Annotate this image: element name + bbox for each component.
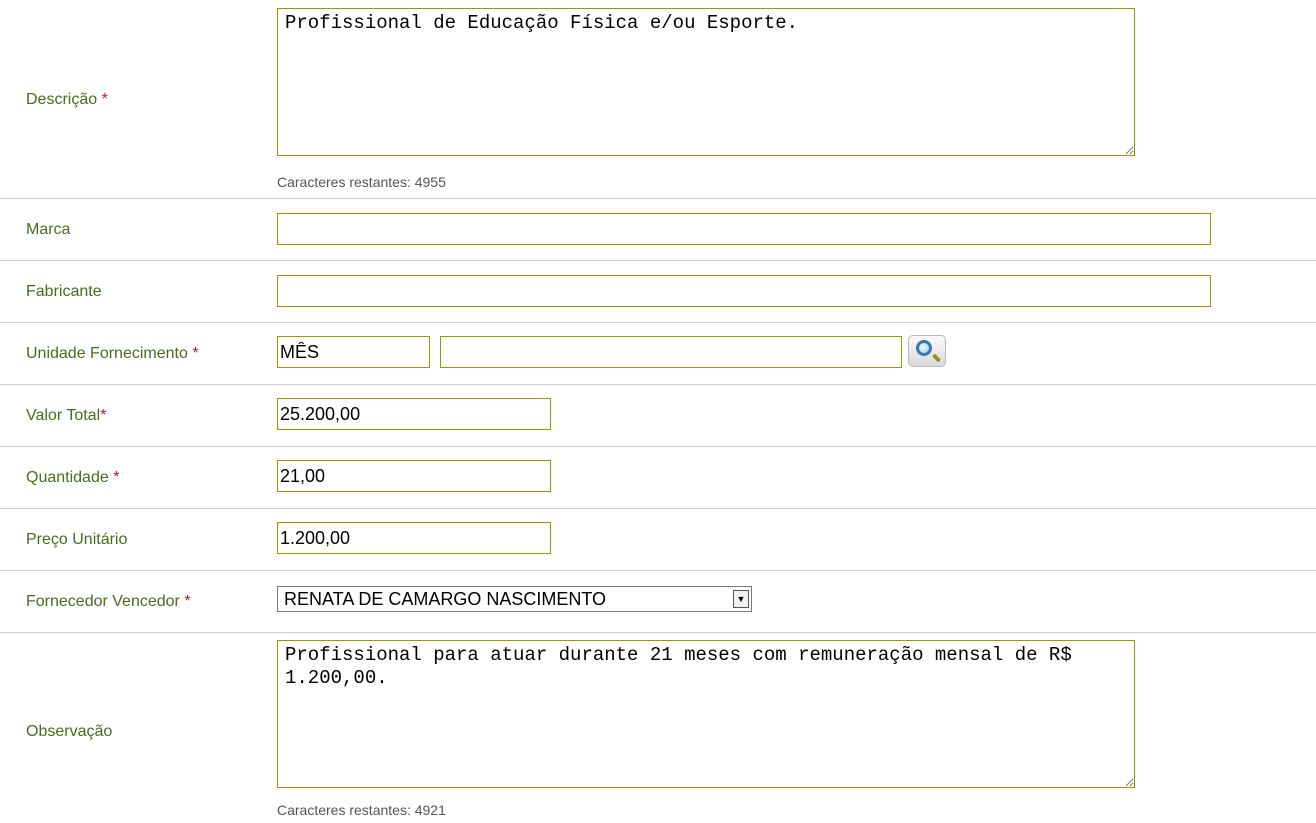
unidade-label-text: Unidade Fornecimento <box>26 345 188 362</box>
quantidade-label-text: Quantidade <box>26 469 109 486</box>
fornecedor-label-text: Fornecedor Vencedor <box>26 593 180 610</box>
row-unidade-fornecimento: Unidade Fornecimento * <box>0 323 1316 385</box>
descricao-counter-label: Caracteres restantes: <box>277 174 411 190</box>
row-marca: Marca <box>0 199 1316 261</box>
required-mark: * <box>113 469 120 486</box>
row-fornecedor-vencedor: Fornecedor Vencedor * RENATA DE CAMARGO … <box>0 571 1316 633</box>
observacao-counter-label: Caracteres restantes: <box>277 802 411 818</box>
valor-total-input[interactable] <box>277 398 551 430</box>
magnifier-handle <box>931 353 942 363</box>
fornecedor-selected-value: RENATA DE CAMARGO NASCIMENTO <box>284 589 607 609</box>
descricao-textarea[interactable]: Profissional de Educação Física e/ou Esp… <box>277 8 1135 156</box>
unidade-code-input[interactable] <box>277 336 430 368</box>
fornecedor-select[interactable]: RENATA DE CAMARGO NASCIMENTO ▼ <box>277 586 752 612</box>
descricao-counter-value: 4955 <box>414 174 446 190</box>
unidade-lookup-button[interactable] <box>908 335 946 367</box>
marca-label: Marca <box>26 221 71 238</box>
observacao-textarea[interactable]: Profissional para atuar durante 21 meses… <box>277 640 1135 788</box>
row-observacao: Observação Profissional para atuar duran… <box>0 633 1316 823</box>
descricao-char-counter: Caracteres restantes: 4955 <box>277 174 446 190</box>
row-fabricante: Fabricante <box>0 261 1316 323</box>
quantidade-input[interactable] <box>277 460 551 492</box>
valor-total-label-text: Valor Total <box>26 407 101 424</box>
observacao-counter-value: 4921 <box>414 802 446 818</box>
quantidade-label: Quantidade * <box>26 469 119 487</box>
magnifier-lens <box>916 340 932 356</box>
observacao-char-counter: Caracteres restantes: 4921 <box>277 802 446 818</box>
required-mark: * <box>192 345 199 362</box>
required-mark: * <box>101 91 108 108</box>
fabricante-input[interactable] <box>277 275 1211 307</box>
row-preco-unitario: Preço Unitário <box>0 509 1316 571</box>
marca-input[interactable] <box>277 213 1211 245</box>
required-mark: * <box>100 407 107 424</box>
descricao-label-text: Descrição <box>26 91 98 108</box>
fornecedor-label: Fornecedor Vencedor * <box>26 593 191 611</box>
row-valor-total: Valor Total* <box>0 385 1316 447</box>
preco-unitario-label: Preço Unitário <box>26 531 128 548</box>
observacao-label: Observação <box>26 723 113 740</box>
row-quantidade: Quantidade * <box>0 447 1316 509</box>
required-mark: * <box>184 593 191 610</box>
unidade-description-input[interactable] <box>440 336 902 368</box>
valor-total-label: Valor Total* <box>26 407 106 425</box>
fabricante-label: Fabricante <box>26 283 102 300</box>
chevron-down-icon[interactable]: ▼ <box>733 590 749 608</box>
descricao-label: Descrição * <box>26 91 108 109</box>
preco-unitario-input[interactable] <box>277 522 551 554</box>
unidade-label: Unidade Fornecimento * <box>26 345 199 363</box>
row-descricao: Descrição * Profissional de Educação Fís… <box>0 0 1316 199</box>
